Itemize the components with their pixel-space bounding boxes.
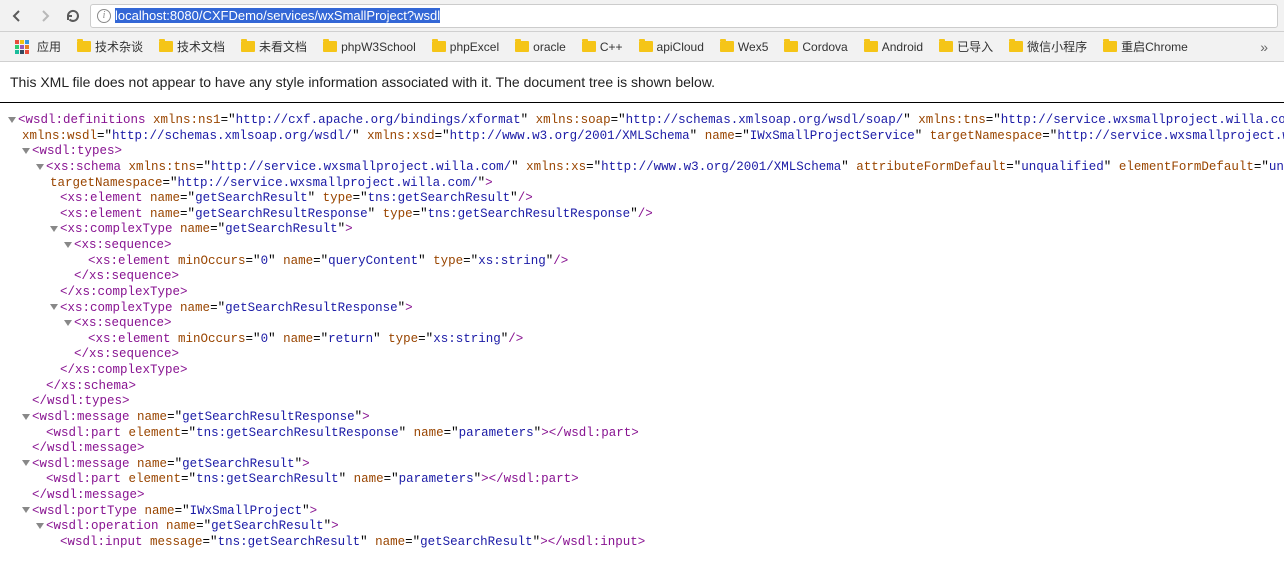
xml-line: <xs:element minOccurs="0" name="return" … <box>8 332 1276 348</box>
xml-line[interactable]: <wsdl:definitions xmlns:ns1="http://cxf.… <box>8 113 1276 129</box>
xml-line: xmlns:wsdl="http://schemas.xmlsoap.org/w… <box>8 129 1276 145</box>
xml-line[interactable]: <xs:sequence> <box>8 238 1276 254</box>
bookmark-folder[interactable]: oracle <box>508 37 573 57</box>
forward-button[interactable] <box>34 5 56 27</box>
bookmark-folder[interactable]: C++ <box>575 37 630 57</box>
apps-label: 应用 <box>37 38 61 55</box>
xml-line: <wsdl:part element="tns:getSearchResult"… <box>8 472 1276 488</box>
xml-line[interactable]: <xs:sequence> <box>8 316 1276 332</box>
xml-line: <wsdl:input message="tns:getSearchResult… <box>8 535 1276 551</box>
collapse-icon[interactable] <box>50 304 58 310</box>
xml-tree: <wsdl:definitions xmlns:ns1="http://cxf.… <box>0 103 1284 561</box>
bookmark-folder[interactable]: phpExcel <box>425 37 506 57</box>
xml-notice: This XML file does not appear to have an… <box>0 62 1284 103</box>
bookmark-folder[interactable]: Android <box>857 37 930 57</box>
bookmark-folder[interactable]: Cordova <box>777 37 854 57</box>
xml-line: targetNamespace="http://service.wxsmallp… <box>8 176 1276 192</box>
xml-line[interactable]: <wsdl:operation name="getSearchResult"> <box>8 519 1276 535</box>
folder-icon <box>159 41 173 52</box>
xml-line: </wsdl:message> <box>8 488 1276 504</box>
folder-icon <box>323 41 337 52</box>
address-bar[interactable]: i localhost:8080/CXFDemo/services/wxSmal… <box>90 4 1278 28</box>
bookmark-folder[interactable]: Wex5 <box>713 37 775 57</box>
bookmarks-overflow[interactable]: » <box>1252 36 1276 58</box>
xml-line: </xs:sequence> <box>8 347 1276 363</box>
bookmark-folder[interactable]: phpW3School <box>316 37 423 57</box>
collapse-icon[interactable] <box>8 117 16 123</box>
reload-button[interactable] <box>62 5 84 27</box>
folder-icon <box>77 41 91 52</box>
xml-line[interactable]: <wsdl:message name="getSearchResult"> <box>8 457 1276 473</box>
collapse-icon[interactable] <box>50 226 58 232</box>
bookmark-folder[interactable]: 技术文档 <box>152 35 232 58</box>
apps-icon <box>15 40 29 54</box>
folder-icon <box>939 41 953 52</box>
bookmark-folder[interactable]: 技术杂谈 <box>70 35 150 58</box>
bookmark-folder[interactable]: 微信小程序 <box>1002 35 1094 58</box>
bookmark-folder[interactable]: 未看文档 <box>234 35 314 58</box>
xml-line: </xs:complexType> <box>8 285 1276 301</box>
collapse-icon[interactable] <box>22 507 30 513</box>
xml-line: <xs:element name="getSearchResultRespons… <box>8 207 1276 223</box>
browser-toolbar: i localhost:8080/CXFDemo/services/wxSmal… <box>0 0 1284 32</box>
folder-icon <box>1103 41 1117 52</box>
xml-line: </wsdl:message> <box>8 441 1276 457</box>
bookmarks-bar: 应用 技术杂谈 技术文档 未看文档 phpW3School phpExcel o… <box>0 32 1284 62</box>
xml-line: </wsdl:types> <box>8 394 1276 410</box>
folder-icon <box>241 41 255 52</box>
collapse-icon[interactable] <box>64 320 72 326</box>
folder-icon <box>432 41 446 52</box>
xml-line[interactable]: <wsdl:message name="getSearchResultRespo… <box>8 410 1276 426</box>
collapse-icon[interactable] <box>22 460 30 466</box>
xml-line[interactable]: <wsdl:portType name="IWxSmallProject"> <box>8 504 1276 520</box>
folder-icon <box>720 41 734 52</box>
xml-line: <xs:element minOccurs="0" name="queryCon… <box>8 254 1276 270</box>
bookmark-folder[interactable]: 重启Chrome <box>1096 35 1195 58</box>
folder-icon <box>639 41 653 52</box>
folder-icon <box>515 41 529 52</box>
folder-icon <box>784 41 798 52</box>
bookmark-folder[interactable]: apiCloud <box>632 37 711 57</box>
folder-icon <box>864 41 878 52</box>
bookmark-folder[interactable]: 已导入 <box>932 35 1000 58</box>
xml-line[interactable]: <xs:schema xmlns:tns="http://service.wxs… <box>8 160 1276 176</box>
site-info-icon[interactable]: i <box>97 9 111 23</box>
collapse-icon[interactable] <box>36 164 44 170</box>
xml-line: </xs:sequence> <box>8 269 1276 285</box>
collapse-icon[interactable] <box>22 148 30 154</box>
xml-line: <xs:element name="getSearchResult" type=… <box>8 191 1276 207</box>
folder-icon <box>1009 41 1023 52</box>
back-button[interactable] <box>6 5 28 27</box>
folder-icon <box>582 41 596 52</box>
collapse-icon[interactable] <box>36 523 44 529</box>
xml-line: <wsdl:part element="tns:getSearchResultR… <box>8 426 1276 442</box>
collapse-icon[interactable] <box>64 242 72 248</box>
apps-button[interactable]: 应用 <box>8 35 68 58</box>
xml-line: </xs:complexType> <box>8 363 1276 379</box>
xml-line[interactable]: <xs:complexType name="getSearchResult"> <box>8 222 1276 238</box>
url-text: localhost:8080/CXFDemo/services/wxSmallP… <box>115 8 1271 23</box>
xml-line[interactable]: <xs:complexType name="getSearchResultRes… <box>8 301 1276 317</box>
xml-line[interactable]: <wsdl:types> <box>8 144 1276 160</box>
xml-line: </xs:schema> <box>8 379 1276 395</box>
collapse-icon[interactable] <box>22 414 30 420</box>
